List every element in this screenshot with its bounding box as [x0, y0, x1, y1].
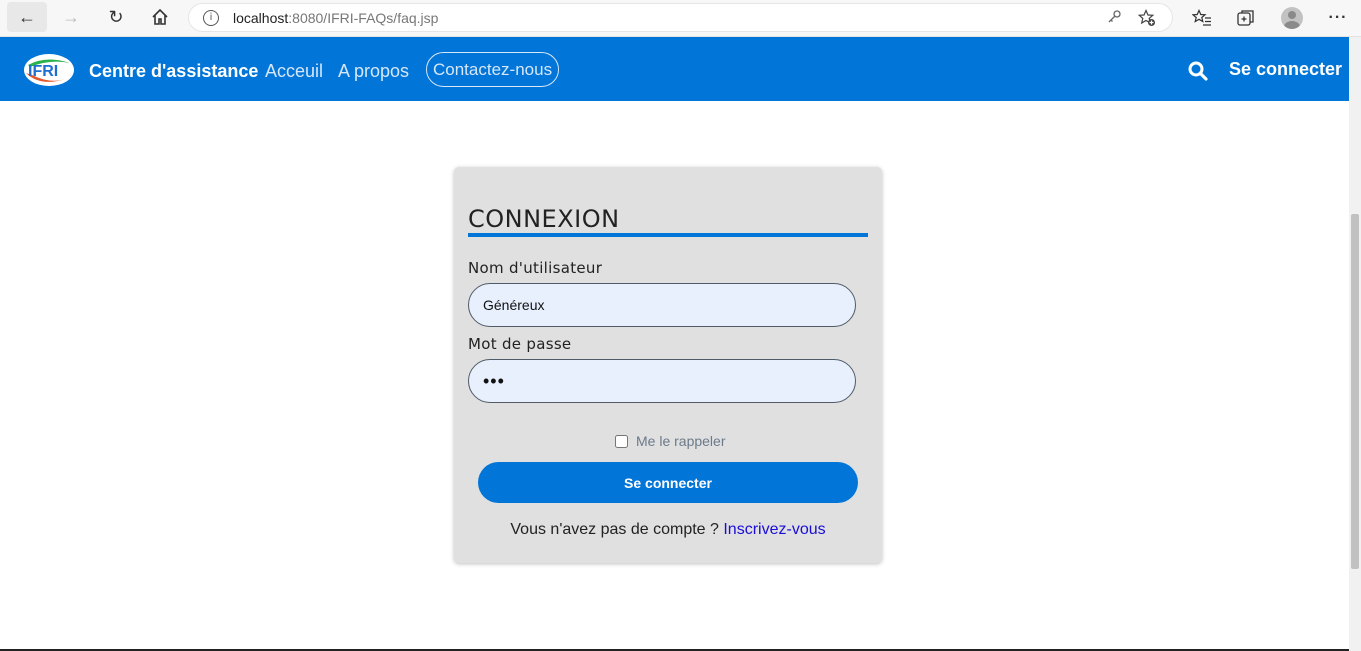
- username-field[interactable]: [468, 283, 856, 327]
- site-navbar: IFRI Centre d'assistance Acceuil A propo…: [0, 37, 1349, 101]
- nav-link-contact[interactable]: Contactez-nous: [426, 52, 560, 87]
- back-arrow-icon[interactable]: ←: [7, 2, 47, 32]
- signup-prompt-line: Vous n'avez pas de compte ? Inscrivez-vo…: [454, 521, 882, 539]
- favorites-icon[interactable]: [1188, 5, 1216, 31]
- ifri-logo[interactable]: IFRI: [20, 51, 76, 87]
- home-icon[interactable]: [140, 2, 180, 32]
- login-link[interactable]: Se connecter: [1229, 59, 1342, 80]
- key-icon[interactable]: [1106, 9, 1122, 29]
- reload-icon[interactable]: ↻: [96, 2, 136, 32]
- nav-link-accueil[interactable]: Acceuil: [265, 61, 323, 82]
- password-field[interactable]: [468, 359, 856, 403]
- add-favorite-icon[interactable]: [1137, 9, 1156, 31]
- signup-link[interactable]: Inscrivez-vous: [723, 521, 825, 538]
- password-label: Mot de passe: [468, 335, 572, 353]
- title-underline: [468, 233, 868, 237]
- login-title: CONNEXION: [468, 205, 620, 233]
- forward-arrow-icon[interactable]: →: [51, 2, 91, 32]
- brand-title[interactable]: Centre d'assistance: [89, 61, 258, 82]
- profile-avatar-icon[interactable]: [1278, 5, 1306, 31]
- remember-me[interactable]: Me le rappeler: [615, 433, 726, 449]
- signup-prompt: Vous n'avez pas de compte ?: [510, 521, 724, 538]
- remember-me-checkbox[interactable]: [615, 434, 628, 448]
- username-label: Nom d'utilisateur: [468, 259, 603, 277]
- url-text: localhost:8080/IFRI-FAQs/faq.jsp: [233, 10, 439, 26]
- remember-me-label: Me le rappeler: [636, 433, 726, 449]
- address-bar[interactable]: i localhost:8080/IFRI-FAQs/faq.jsp: [188, 3, 1173, 32]
- browser-toolbar: ← → ↻ i localhost:8080/IFRI-FAQs/faq.jsp…: [0, 0, 1361, 37]
- login-submit-button[interactable]: Se connecter: [478, 462, 858, 503]
- page-scrollbar[interactable]: [1349, 37, 1361, 651]
- nav-link-a-propos[interactable]: A propos: [338, 61, 409, 82]
- info-icon[interactable]: i: [203, 10, 219, 26]
- more-options-icon[interactable]: ···: [1324, 5, 1352, 31]
- login-card: CONNEXION Nom d'utilisateur Mot de passe…: [454, 167, 882, 563]
- search-icon[interactable]: [1188, 61, 1208, 81]
- collections-icon[interactable]: [1232, 5, 1260, 31]
- svg-text:IFRI: IFRI: [28, 63, 58, 80]
- scrollbar-thumb[interactable]: [1351, 214, 1359, 569]
